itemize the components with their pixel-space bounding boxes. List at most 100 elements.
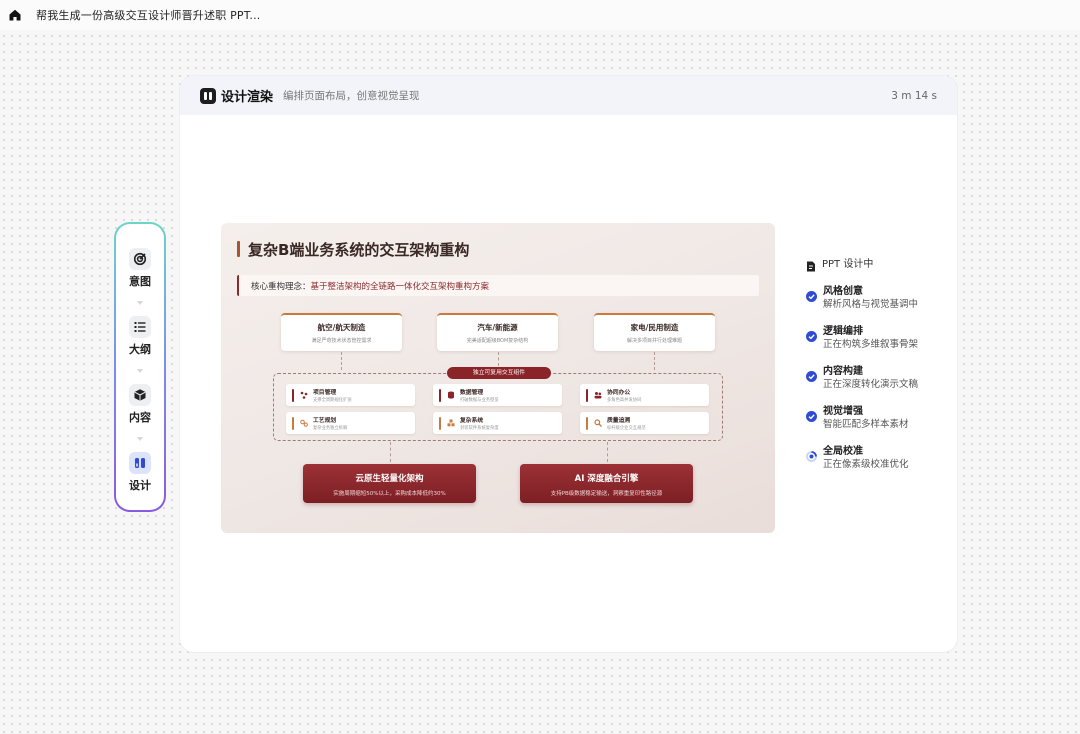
cubes-icon bbox=[446, 419, 455, 428]
core-concept-label: 核心重构理念： bbox=[251, 281, 311, 292]
connector-line bbox=[607, 442, 608, 462]
rail-label-design: 设计 bbox=[129, 479, 151, 492]
network-icon bbox=[299, 391, 308, 400]
industry-desc: 解决多项目并行处理难题 bbox=[626, 338, 682, 344]
component-tag: 独立可复用交互组件 bbox=[447, 367, 551, 379]
box-icon bbox=[129, 384, 151, 406]
core-concept-text: 基于整洁架构的全链路一体化交互架构重构方案 bbox=[310, 281, 490, 292]
module-desc: 打破数据与业务壁垒 bbox=[460, 398, 499, 403]
slide-preview[interactable]: 复杂B端业务系统的交互架构重构 核心重构理念： 基于整洁架构的全链路一体化交互架… bbox=[221, 223, 775, 533]
panel-header: 设计渲染 编排页面布局，创意视觉呈现 3 m 14 s bbox=[180, 76, 957, 115]
module-name: 复杂系统 bbox=[460, 418, 484, 424]
design-render-panel: 设计渲染 编排页面布局，创意视觉呈现 3 m 14 s 复杂B端业务系统的交互架… bbox=[180, 76, 957, 652]
design-status-list: PPT 设计中 风格创意解析风格与视觉基调中 逻辑编排正在构筑多维叙事骨架 内容… bbox=[806, 255, 946, 485]
target-icon bbox=[129, 248, 151, 270]
step-desc: 智能匹配多样本素材 bbox=[823, 419, 909, 430]
module-desc: 支撑全周期规化扩张 bbox=[313, 398, 352, 403]
connector-line bbox=[654, 352, 655, 370]
gears-icon bbox=[299, 419, 308, 428]
rail-arrow bbox=[137, 369, 143, 373]
module-name: 质量追溯 bbox=[607, 418, 631, 424]
rail-arrow bbox=[137, 301, 143, 305]
database-icon bbox=[446, 391, 455, 400]
status-header: PPT 设计中 bbox=[806, 255, 946, 272]
tech-desc: 实施周期缩短50%以上，采购成本降低约30% bbox=[333, 491, 446, 497]
module-card: 项目管理支撑全周期规化扩张 bbox=[286, 384, 415, 406]
slide-title: 复杂B端业务系统的交互架构重构 bbox=[248, 241, 470, 259]
industry-card: 汽车/新能源 完美适配超级BOM复杂结构 bbox=[437, 313, 558, 351]
step-title: 风格创意 bbox=[823, 286, 863, 297]
status-step: 内容构建正在深度转化演示文稿 bbox=[806, 365, 946, 392]
step-title: 内容构建 bbox=[823, 366, 863, 377]
check-circle-icon bbox=[806, 367, 817, 382]
module-card: 复杂系统封装软件系统复杂度 bbox=[433, 412, 562, 434]
conversation-title: 帮我生成一份高级交互设计师晋升述职 PPT... bbox=[36, 9, 261, 22]
status-step: 视觉增强智能匹配多样本素材 bbox=[806, 405, 946, 432]
module-desc: 复杂业务独立拆解 bbox=[313, 426, 348, 431]
tech-title: 云原生轻量化架构 bbox=[355, 474, 424, 484]
check-circle-icon bbox=[806, 327, 817, 342]
status-step: 风格创意解析风格与视觉基调中 bbox=[806, 285, 946, 312]
search-icon bbox=[593, 419, 602, 428]
step-title: 视觉增强 bbox=[823, 406, 863, 417]
home-icon[interactable] bbox=[8, 8, 22, 22]
design-render-icon bbox=[200, 87, 216, 104]
step-desc: 正在构筑多维叙事骨架 bbox=[823, 339, 919, 350]
document-icon bbox=[806, 257, 816, 272]
panel-title: 设计渲染 bbox=[221, 90, 274, 105]
panel-subtitle: 编排页面布局，创意视觉呈现 bbox=[283, 90, 420, 102]
list-icon bbox=[129, 316, 151, 338]
industry-title: 航空/航天制造 bbox=[317, 323, 366, 332]
rail-item-intent[interactable]: 意图 bbox=[116, 248, 164, 289]
connector-line bbox=[341, 352, 342, 370]
step-desc: 解析风格与视觉基调中 bbox=[823, 299, 919, 310]
step-desc: 正在深度转化演示文稿 bbox=[823, 379, 919, 390]
tech-card: AI 深度融合引擎 支持PB级数据稳定输送，洞察重复印性路径源 bbox=[520, 464, 693, 503]
module-name: 数据管理 bbox=[460, 390, 484, 396]
module-card: 协同办公多角色高并发协同 bbox=[580, 384, 709, 406]
rail-item-content[interactable]: 内容 bbox=[116, 384, 164, 425]
industry-card: 航空/航天制造 满足严苛技术状态管控需求 bbox=[281, 313, 402, 351]
status-step: 逻辑编排正在构筑多维叙事骨架 bbox=[806, 325, 946, 352]
industry-desc: 满足严苛技术状态管控需求 bbox=[311, 338, 372, 344]
check-circle-icon bbox=[806, 407, 817, 422]
status-label: PPT 设计中 bbox=[822, 259, 874, 270]
module-name: 协同办公 bbox=[607, 390, 631, 396]
module-name: 工艺规划 bbox=[313, 418, 337, 424]
module-card: 工艺规划复杂业务独立拆解 bbox=[286, 412, 415, 434]
rail-label-content: 内容 bbox=[129, 411, 151, 424]
workflow-rail: 意图 大纲 内容 设计 bbox=[114, 222, 166, 512]
status-step: 全局校准正在像素级校准优化 bbox=[806, 445, 946, 472]
step-desc: 正在像素级校准优化 bbox=[823, 459, 909, 470]
rail-label-intent: 意图 bbox=[129, 275, 151, 288]
industry-title: 家电/民用制造 bbox=[630, 323, 679, 332]
industry-desc: 完美适配超级BOM复杂结构 bbox=[466, 338, 529, 344]
rail-item-outline[interactable]: 大纲 bbox=[116, 316, 164, 357]
module-desc: 封装软件系统复杂度 bbox=[460, 426, 499, 431]
elapsed-timer: 3 m 14 s bbox=[891, 89, 937, 102]
rail-arrow bbox=[137, 437, 143, 441]
slide-title-accent bbox=[237, 241, 240, 257]
tech-desc: 支持PB级数据稳定输送，洞察重复印性路径源 bbox=[550, 491, 663, 497]
check-circle-icon bbox=[806, 287, 817, 302]
module-desc: 标杆级企业交互规范 bbox=[607, 426, 646, 431]
tech-title: AI 深度融合引擎 bbox=[574, 474, 639, 484]
module-card: 质量追溯标杆级企业交互规范 bbox=[580, 412, 709, 434]
module-desc: 多角色高并发协同 bbox=[607, 398, 642, 403]
rail-label-outline: 大纲 bbox=[129, 343, 151, 356]
connector-line bbox=[498, 352, 499, 366]
industry-card: 家电/民用制造 解决多项目并行处理难题 bbox=[594, 313, 715, 351]
module-card: 数据管理打破数据与业务壁垒 bbox=[433, 384, 562, 406]
industry-title: 汽车/新能源 bbox=[477, 323, 518, 332]
core-concept-banner: 核心重构理念： 基于整洁架构的全链路一体化交互架构重构方案 bbox=[237, 275, 759, 296]
loading-spinner-icon bbox=[806, 447, 817, 462]
step-title: 逻辑编排 bbox=[823, 326, 863, 337]
module-name: 项目管理 bbox=[313, 390, 337, 396]
connector-line bbox=[390, 442, 391, 462]
design-icon bbox=[129, 452, 151, 474]
step-title: 全局校准 bbox=[823, 446, 863, 457]
users-icon bbox=[593, 391, 602, 400]
tech-card: 云原生轻量化架构 实施周期缩短50%以上，采购成本降低约30% bbox=[303, 464, 476, 503]
top-bar: 帮我生成一份高级交互设计师晋升述职 PPT... bbox=[0, 0, 1080, 30]
rail-item-design[interactable]: 设计 bbox=[116, 452, 164, 493]
